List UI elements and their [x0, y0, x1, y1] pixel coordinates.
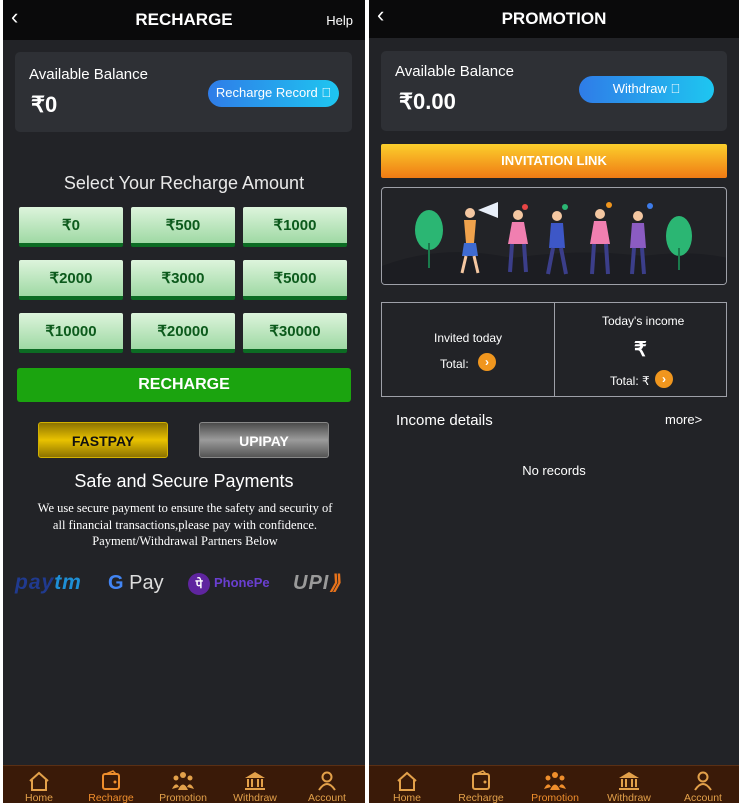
secure-desc-line: all financial transactions,please pay wi…: [52, 517, 318, 532]
promotion-illustration: [381, 187, 727, 285]
promotion-screen: ‹ PROMOTION Available Balance ₹0.00 With…: [369, 0, 739, 803]
bottom-nav: Home Recharge Promotion Withdraw Account: [369, 765, 739, 803]
upipay-button[interactable]: UPIPAY: [199, 422, 329, 458]
bottom-nav: Home Recharge Promotion Withdraw Account: [3, 765, 365, 803]
nav-account[interactable]: Account: [667, 766, 739, 803]
select-amount-title: Select Your Recharge Amount: [63, 173, 305, 193]
nav-home[interactable]: Home: [3, 766, 75, 803]
upi-logo: UPI⟫: [293, 572, 342, 594]
balance-card: Available Balance ₹0 Recharge Record ⃞: [15, 52, 352, 132]
nav-label: Account: [684, 792, 722, 803]
nav-promotion[interactable]: Promotion: [519, 766, 591, 803]
recharge-record-button[interactable]: Recharge Record ⃞: [208, 80, 339, 107]
rupee-symbol: ₹: [634, 339, 647, 361]
todays-income-label: Today's income: [602, 314, 685, 328]
no-records-text: No records: [522, 463, 586, 478]
phonepe-logo: पे PhonePe: [188, 568, 270, 598]
nav-home[interactable]: Home: [371, 766, 443, 803]
nav-label: Promotion: [531, 792, 579, 803]
wallet-icon: [472, 770, 490, 790]
nav-recharge[interactable]: Recharge: [445, 766, 517, 803]
chevron-right-icon[interactable]: ›: [478, 353, 496, 371]
wallet-icon: [102, 770, 120, 790]
secure-payments-description: We use secure payment to ensure the safe…: [7, 500, 363, 550]
amount-option[interactable]: ₹3000: [131, 260, 235, 300]
balance-card: Available Balance ₹0.00 Withdraw ⃞: [381, 51, 727, 131]
amount-option[interactable]: ₹0: [19, 207, 123, 247]
more-link[interactable]: more>: [665, 412, 702, 427]
nav-label: Promotion: [159, 792, 207, 803]
amount-option[interactable]: ₹20000: [131, 313, 235, 353]
bank-icon: [245, 772, 265, 790]
nav-label: Home: [392, 792, 421, 803]
withdraw-button[interactable]: Withdraw ⃞: [579, 76, 714, 103]
help-link[interactable]: Help: [326, 13, 353, 28]
balance-value: ₹0: [31, 92, 58, 117]
nav-withdraw[interactable]: Withdraw: [219, 766, 291, 803]
amount-option[interactable]: ₹500: [131, 207, 235, 247]
balance-label: Available Balance: [29, 66, 148, 83]
people-icon: [172, 772, 194, 790]
recharge-button[interactable]: RECHARGE: [17, 368, 351, 402]
user-icon: [694, 771, 712, 791]
income-stats: Invited today Total: › Today's income ₹ …: [381, 302, 727, 397]
chevron-right-icon[interactable]: ›: [655, 370, 673, 388]
balance-label: Available Balance: [395, 63, 514, 80]
nav-withdraw[interactable]: Withdraw: [593, 766, 665, 803]
amount-option[interactable]: ₹30000: [243, 313, 347, 353]
nav-label: Recharge: [88, 792, 134, 803]
nav-account[interactable]: Account: [291, 766, 363, 803]
secure-desc-line: Payment/Withdrawal Partners Below: [92, 534, 278, 548]
page-title: RECHARGE: [135, 10, 233, 29]
secure-desc-line: We use secure payment to ensure the safe…: [37, 501, 333, 515]
home-icon: [397, 771, 417, 791]
nav-label: Withdraw: [607, 792, 651, 803]
fastpay-button[interactable]: FASTPAY: [38, 422, 168, 458]
promotion-header: ‹ PROMOTION: [369, 0, 739, 38]
income-details-title: Income details: [396, 412, 493, 429]
nav-label: Withdraw: [233, 792, 277, 803]
amount-option[interactable]: ₹2000: [19, 260, 123, 300]
payment-partners: paytm G Pay पे PhonePe UPI⟫: [15, 568, 355, 598]
people-icon: [544, 772, 566, 790]
secure-payments-title: Safe and Secure Payments: [74, 471, 294, 491]
invited-today-label: Invited today: [434, 331, 503, 345]
income-total-label: Total: ₹: [610, 374, 650, 388]
nav-promotion[interactable]: Promotion: [147, 766, 219, 803]
invited-total-label: Total:: [440, 357, 469, 371]
home-icon: [29, 771, 49, 791]
stats-divider: [554, 303, 555, 396]
balance-value: ₹0.00: [399, 89, 456, 114]
gpay-logo: G Pay: [108, 572, 164, 594]
people-megaphone-illustration: [382, 202, 726, 284]
bank-icon: [619, 772, 639, 790]
amount-option[interactable]: ₹1000: [243, 207, 347, 247]
nav-label: Account: [308, 792, 346, 803]
nav-recharge[interactable]: Recharge: [75, 766, 147, 803]
recharge-header: ‹ RECHARGE Help: [3, 0, 365, 40]
nav-label: Home: [24, 792, 53, 803]
invitation-link-button[interactable]: INVITATION LINK: [381, 144, 727, 178]
page-title: PROMOTION: [501, 9, 607, 28]
nav-label: Recharge: [458, 792, 504, 803]
amount-option[interactable]: ₹5000: [243, 260, 347, 300]
amount-option[interactable]: ₹10000: [19, 313, 123, 353]
user-icon: [318, 771, 336, 791]
paytm-logo: paytm: [15, 571, 82, 594]
recharge-screen: ‹ RECHARGE Help Available Balance ₹0 Rec…: [3, 0, 365, 803]
